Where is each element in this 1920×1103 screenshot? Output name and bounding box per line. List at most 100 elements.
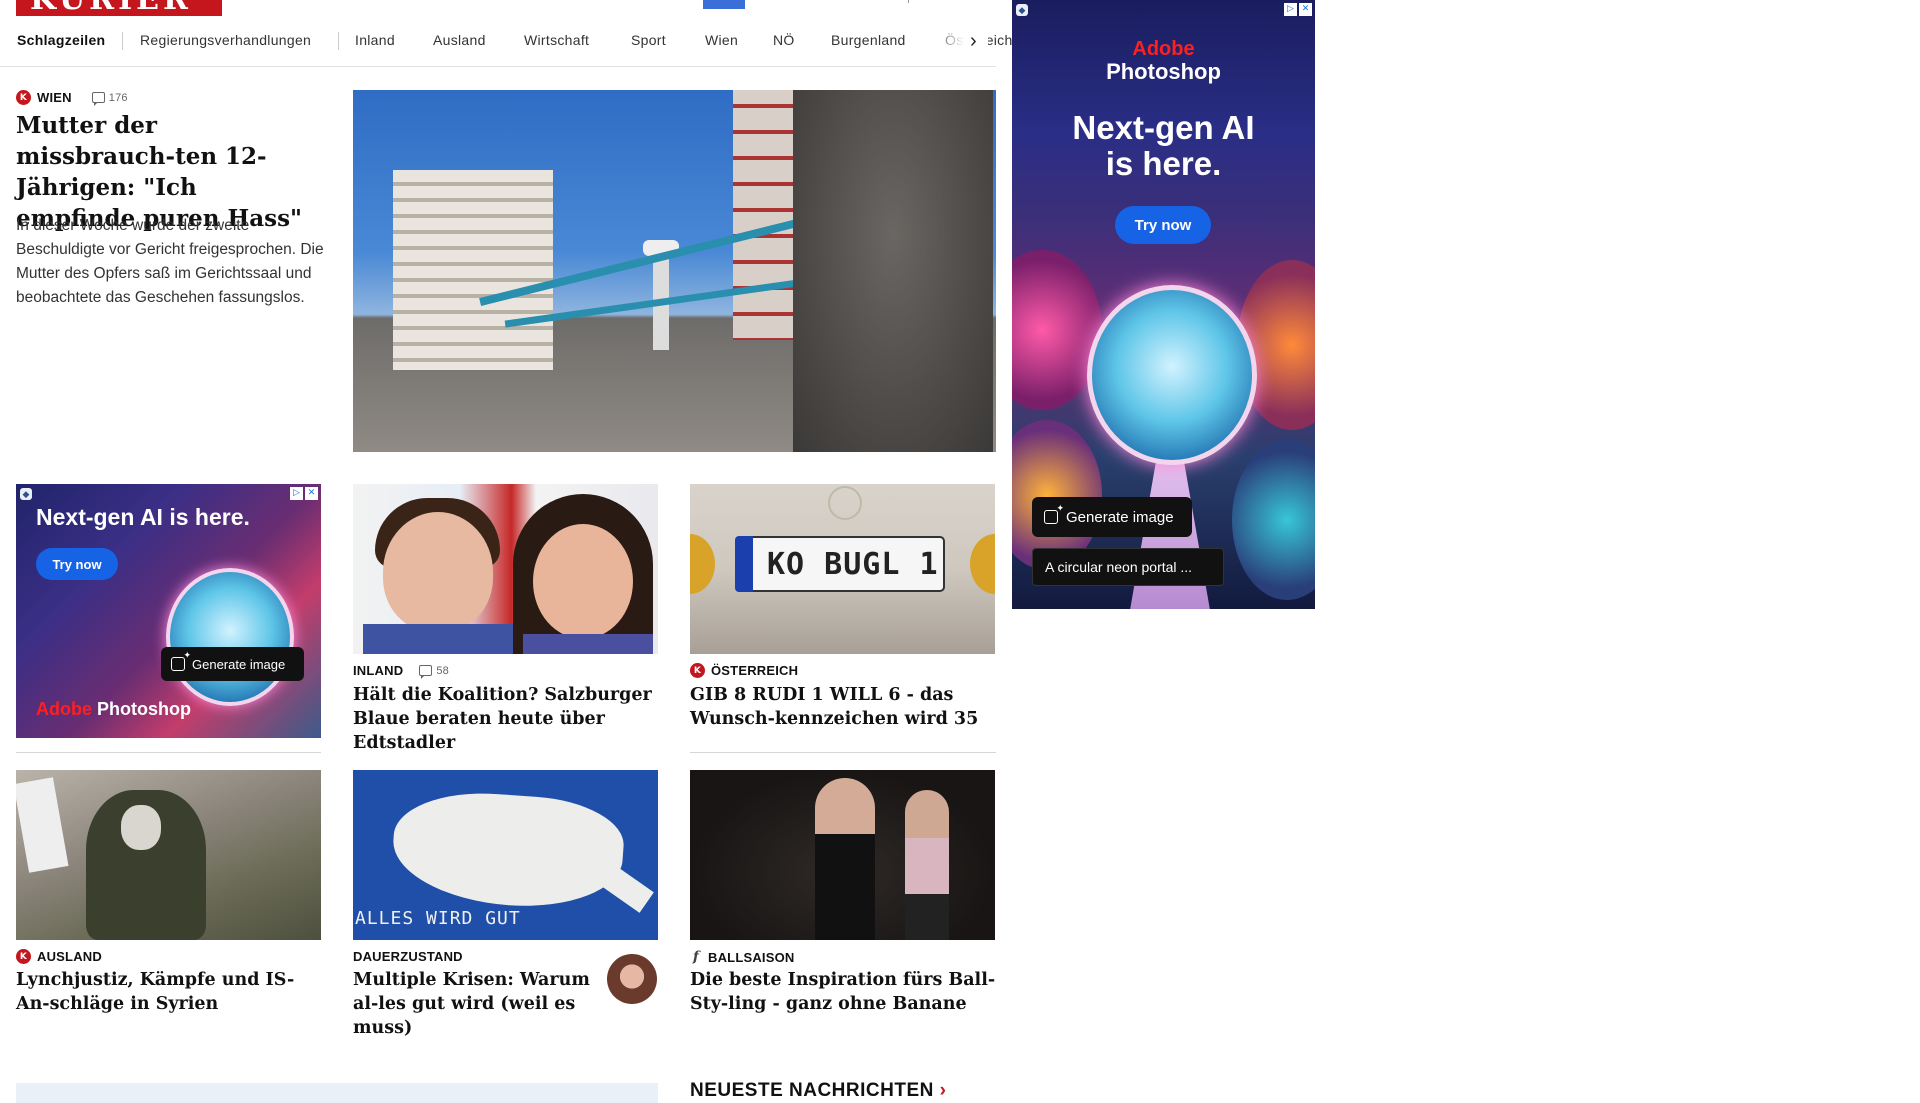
nav-item-sport[interactable]: Sport [631, 32, 666, 48]
card-headline[interactable]: Hält die Koalition? Salzburger Blaue ber… [353, 683, 663, 755]
adchoices[interactable]: ▷ ✕ [290, 487, 318, 500]
card-image-car[interactable]: KO BUGL 1 [690, 484, 995, 654]
brand-adobe: Adobe [1132, 38, 1195, 60]
vw-logo [828, 486, 862, 520]
card-headline[interactable]: Die beste Inspiration fürs Ball-Sty-ling… [690, 968, 996, 1016]
category-nav: Schlagzeilen Regierungsverhandlungen Inl… [0, 27, 1012, 67]
try-now-button[interactable]: Try now [36, 548, 118, 580]
person-coat [523, 634, 653, 654]
person-coat [363, 624, 513, 654]
whale-graffiti [389, 787, 627, 913]
portal-image [1087, 285, 1257, 465]
model [815, 778, 875, 940]
lead-teaser: In dieser Woche wurde der zweite Beschul… [16, 217, 324, 306]
card-image-syria[interactable] [16, 770, 321, 940]
card-kicker: DAUERZUSTAND [353, 949, 463, 964]
nav-item-burgenland[interactable]: Burgenland [831, 32, 906, 48]
card-headline[interactable]: Lynchjustiz, Kämpfe und IS-An-schläge in… [16, 968, 321, 1016]
model [905, 790, 949, 940]
kurier-logo[interactable]: KURIER [16, 0, 222, 16]
try-now-button[interactable]: Try now [1115, 206, 1211, 244]
adchoices-icon[interactable]: ▷ [1284, 3, 1297, 16]
card-image-whale[interactable]: ALLES WIRD GUT [353, 770, 658, 940]
freizeit-f-icon: f [692, 949, 700, 965]
bottom-module [16, 1083, 658, 1103]
generate-image-button[interactable]: Generate image [161, 647, 304, 681]
card-kicker: K AUSLAND [16, 949, 102, 964]
top-bar-divider [908, 0, 909, 3]
car-lamp [690, 534, 715, 594]
nav-item-inland[interactable]: Inland [355, 32, 395, 48]
lead-comment-number: 176 [108, 91, 128, 104]
person-coat [793, 90, 993, 452]
nav-divider [338, 32, 339, 50]
section-title-neueste[interactable]: NEUESTE NACHRICHTEN › [690, 1080, 946, 1102]
brand-adobe: Adobe [36, 699, 92, 719]
card-kicker: K ÖSTERREICH [690, 663, 798, 678]
brand-photoshop: Photoshop [1106, 59, 1221, 84]
prompt-input[interactable]: A circular neon portal ... [1032, 548, 1224, 586]
nav-divider [122, 32, 123, 50]
side-ad[interactable]: ◆ ▷ ✕ Adobe Photoshop Next-gen AI is here… [1012, 0, 1315, 609]
license-plate: KO BUGL 1 [735, 536, 945, 592]
card-image-politik[interactable] [353, 484, 658, 654]
generate-image-label: Generate image [192, 656, 286, 672]
kurier-k-icon: K [16, 90, 31, 105]
lead-kicker: K WIEN 176 [16, 90, 128, 106]
row-divider [16, 752, 321, 753]
nav-item-schlagzeilen[interactable]: Schlagzeilen [17, 32, 105, 48]
top-bar-button[interactable] [703, 0, 745, 9]
card-kicker-label[interactable]: DAUERZUSTAND [353, 949, 463, 964]
ad-headline: Next-gen AI is here. [1012, 110, 1315, 182]
inline-ad[interactable]: ◆ ▷✕ Next-gen AI is here. Try now Genera… [16, 484, 321, 738]
card-kicker-label[interactable]: AUSLAND [37, 949, 102, 964]
shield-icon: ◆ [1016, 4, 1028, 16]
lead-image[interactable] [353, 90, 996, 452]
brand-photoshop: Photoshop [97, 699, 191, 719]
section-title-label: NEUESTE NACHRICHTEN [690, 1080, 934, 1101]
chevron-right-icon[interactable]: › [970, 30, 977, 53]
nav-item-regierungsverhandlungen[interactable]: Regierungsverhandlungen [140, 32, 311, 48]
kurier-k-icon: K [690, 663, 705, 678]
logo-text: KURIER [30, 0, 192, 16]
card-image-fashion[interactable] [690, 770, 995, 940]
lead-comment-count[interactable]: 176 [91, 91, 128, 106]
card-comment-count[interactable]: 58 [419, 665, 449, 679]
close-icon[interactable]: ✕ [305, 487, 318, 500]
card-kicker-label[interactable]: BALLSAISON [708, 950, 795, 965]
comment-icon [419, 665, 433, 679]
author-avatar[interactable] [607, 954, 657, 1004]
image-sparkle-icon [1044, 503, 1064, 524]
car-lamp [970, 534, 995, 594]
adchoices[interactable]: ▷ ✕ [1284, 3, 1312, 16]
card-kicker: f BALLSAISON [690, 949, 795, 965]
plate-eu-strip [735, 536, 753, 592]
card-kicker-label[interactable]: INLAND [353, 663, 403, 678]
nav-item-ausland[interactable]: Ausland [433, 32, 486, 48]
graffiti-text: ALLES WIRD GUT [355, 908, 521, 929]
nav-item-noe[interactable]: NÖ [773, 32, 795, 48]
lead-kicker-label[interactable]: WIEN [37, 90, 72, 105]
image-sparkle-icon [171, 650, 191, 671]
kurier-k-icon: K [16, 949, 31, 964]
coral-decoration [1232, 440, 1315, 600]
building-left [393, 170, 553, 370]
card-headline[interactable]: Multiple Krisen: Warum al-les gut wird (… [353, 968, 603, 1040]
comment-icon [91, 92, 105, 106]
card-kicker-label[interactable]: ÖSTERREICH [711, 663, 798, 678]
card-headline[interactable]: GIB 8 RUDI 1 WILL 6 - das Wunsch-kennzei… [690, 683, 996, 731]
ad-brand: Adobe Photoshop [36, 699, 191, 720]
nav-item-wien[interactable]: Wien [705, 32, 738, 48]
skull-mask [121, 805, 161, 850]
nav-item-wirtschaft[interactable]: Wirtschaft [524, 32, 589, 48]
person-face [533, 524, 633, 639]
generate-image-button[interactable]: Generate image [1032, 497, 1192, 537]
person-face [383, 512, 493, 632]
chevron-right-icon: › [939, 1080, 947, 1101]
close-icon[interactable]: ✕ [1299, 3, 1312, 16]
row-divider [690, 752, 996, 753]
shield-icon: ◆ [20, 488, 32, 500]
adchoices-icon[interactable]: ▷ [290, 487, 303, 500]
generate-image-label: Generate image [1066, 508, 1174, 526]
flag [16, 777, 69, 873]
